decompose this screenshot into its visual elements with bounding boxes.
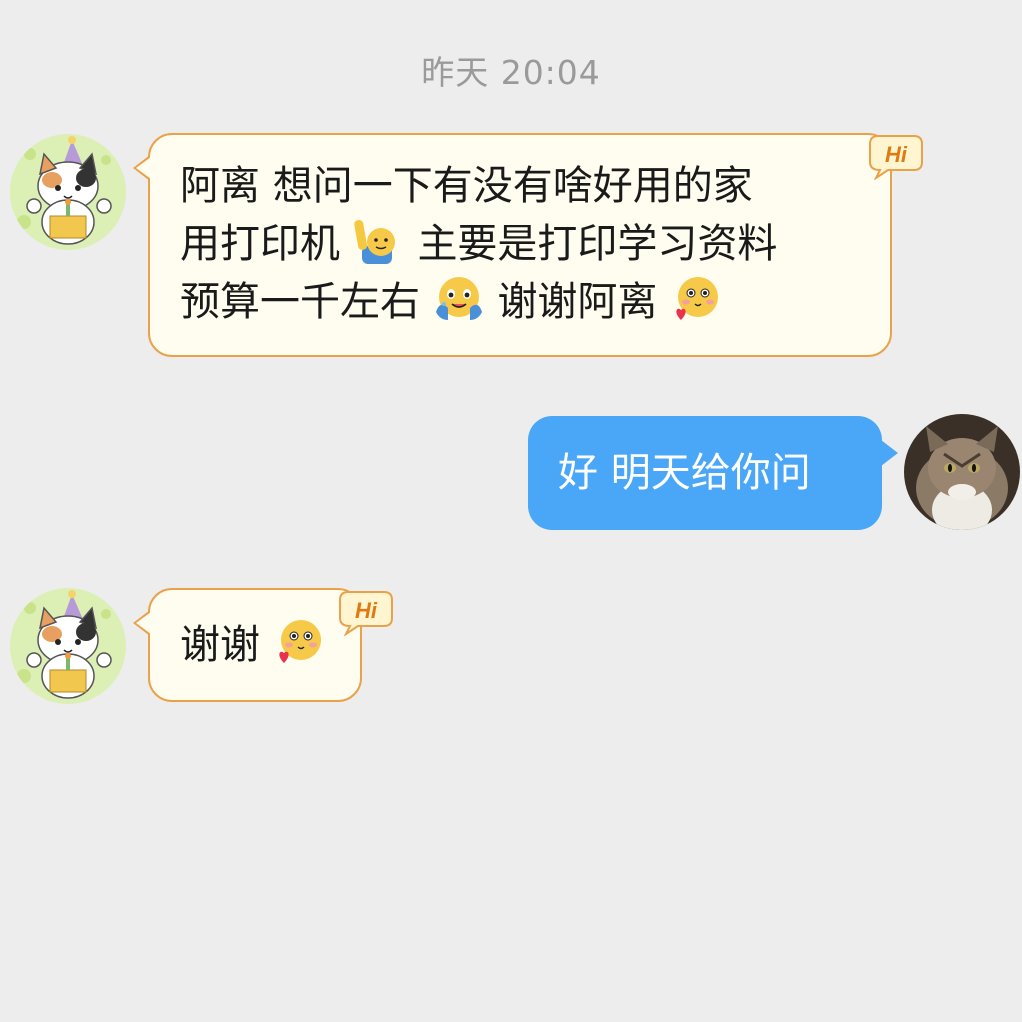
message-text: 主要是打印学习资料	[417, 221, 778, 267]
contact-avatar[interactable]	[10, 588, 126, 704]
blushing-heart-emoji-icon	[274, 617, 324, 667]
message-line: 用打印机 主要是打印学习资料	[180, 215, 890, 273]
message-text: 阿离 想问一下有没有啥好用的家	[180, 163, 753, 209]
incoming-message-bubble[interactable]: 阿离 想问一下有没有啥好用的家 用打印机 主要是打印学习资料 预算一千左右 谢谢…	[133, 133, 892, 357]
bubble-tail	[133, 610, 151, 636]
bubble-tail	[881, 440, 898, 466]
blushing-heart-emoji-icon	[671, 274, 721, 324]
message-line: 预算一千左右 谢谢阿离	[180, 273, 890, 331]
hi-badge-label: Hi	[885, 142, 908, 167]
chat-screen: 昨天 20:04 阿离 想问一下有没有啥好用的家 用打印机 主要是打印学习资料 …	[0, 0, 1022, 1022]
cat-cartoon-avatar-icon	[10, 134, 126, 250]
message-text: 用打印机	[180, 221, 340, 267]
message-line: 阿离 想问一下有没有啥好用的家	[180, 157, 890, 215]
cat-cartoon-avatar-icon	[10, 588, 126, 704]
message-text: 谢谢	[180, 622, 260, 668]
message-timestamp: 昨天 20:04	[421, 53, 601, 92]
my-avatar[interactable]	[904, 414, 1020, 530]
outgoing-message-bubble[interactable]: 好 明天给你问	[528, 416, 898, 530]
tabby-cat-photo-avatar-icon	[904, 414, 1020, 530]
raising-hand-emoji-icon	[353, 216, 404, 266]
message-text: 预算一千左右	[180, 279, 420, 325]
hi-greeting-badge[interactable]: Hi	[338, 586, 394, 636]
contact-avatar[interactable]	[10, 134, 126, 250]
incoming-message-bubble[interactable]: 谢谢	[133, 588, 362, 702]
message-text: 好 明天给你问	[558, 450, 811, 496]
hugging-emoji-icon	[434, 274, 484, 324]
bubble-tail	[133, 155, 151, 181]
message-text: 谢谢阿离	[497, 279, 658, 325]
hi-greeting-badge[interactable]: Hi	[868, 130, 924, 180]
hi-badge-label: Hi	[355, 598, 378, 623]
